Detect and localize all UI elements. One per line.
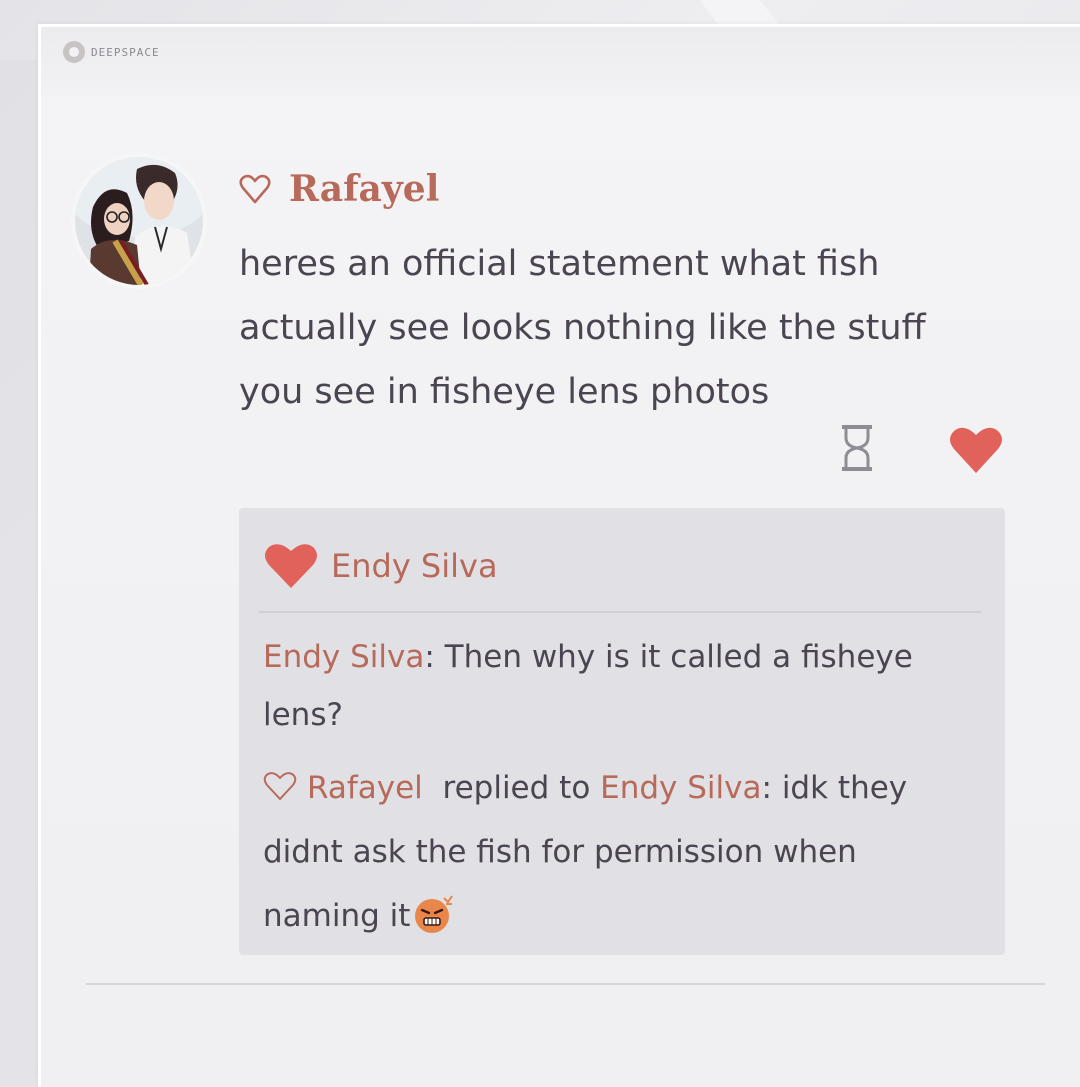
divider: [259, 611, 981, 613]
comment: Endy Silva: Then why is it called a fish…: [263, 628, 963, 744]
reply-label: replied to: [442, 770, 591, 806]
post-card: DEEPSPACE Rafayel heres an official stat…: [38, 24, 1080, 1087]
comment-separator: :: [424, 639, 445, 675]
reply-author[interactable]: Rafayel: [307, 770, 423, 806]
heart-filled-icon: [265, 544, 317, 588]
brand: DEEPSPACE: [63, 41, 160, 63]
poster-name-row: Rafayel: [239, 168, 439, 210]
post-text: heres an official statement what fish ac…: [239, 244, 926, 412]
liker-name[interactable]: Endy Silva: [331, 547, 498, 585]
heart-outline-icon: [263, 772, 297, 800]
reply-comment: Rafayel replied to Endy Silva: idk they …: [263, 756, 963, 948]
footer-divider: [86, 983, 1045, 985]
card-header: DEEPSPACE: [41, 27, 1080, 97]
comment-author[interactable]: Endy Silva: [263, 639, 424, 675]
comments-panel: Endy Silva Endy Silva: Then why is it ca…: [239, 508, 1005, 955]
heart-outline-icon: [239, 174, 271, 204]
likes-row: Endy Silva: [263, 542, 498, 590]
brand-name: DEEPSPACE: [91, 45, 160, 59]
hourglass-icon[interactable]: [840, 424, 874, 472]
like-heart-icon[interactable]: [948, 425, 1004, 475]
avatar-image: [75, 157, 203, 285]
angry-face-emoji-icon: [415, 895, 454, 933]
brand-logo-icon: [63, 41, 85, 63]
avatar[interactable]: [75, 157, 203, 285]
reply-separator: :: [761, 770, 782, 806]
poster-name[interactable]: Rafayel: [289, 168, 439, 210]
reply-target[interactable]: Endy Silva: [600, 770, 761, 806]
